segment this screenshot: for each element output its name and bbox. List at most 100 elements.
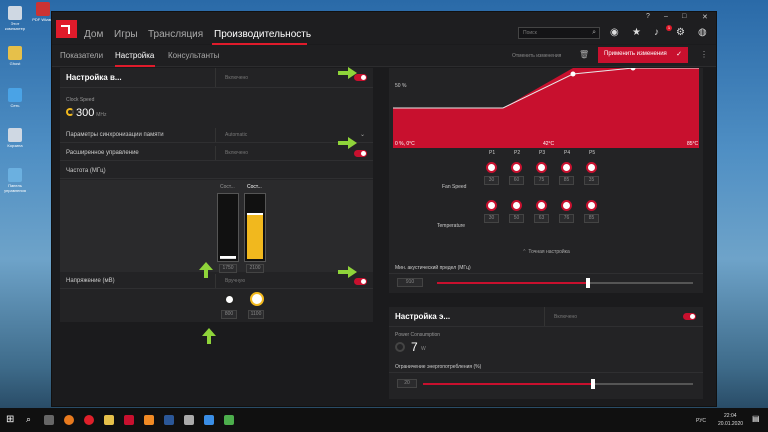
state-value-1[interactable]: 1750	[219, 264, 237, 273]
gauge-icon	[66, 108, 74, 116]
bell-icon[interactable]: ♪	[654, 27, 659, 38]
fan-speed-knob[interactable]	[536, 162, 547, 173]
tab-games[interactable]: Игры	[114, 29, 138, 40]
desktop-icon-ghost[interactable]: Ghost	[2, 46, 28, 66]
star-icon[interactable]: ★	[632, 27, 641, 38]
voltage-value-1[interactable]: 800	[221, 310, 237, 319]
state-slider-1[interactable]	[217, 193, 239, 262]
ghost-icon	[8, 46, 22, 60]
fan-curve-point[interactable]	[570, 71, 576, 77]
app-icon[interactable]	[144, 415, 154, 425]
state-label: Сост...	[220, 184, 235, 190]
word-icon[interactable]	[164, 415, 174, 425]
subtab-metrics[interactable]: Показатели	[60, 51, 103, 60]
voltage-toggle[interactable]	[354, 278, 367, 285]
temperature-knob[interactable]	[486, 200, 497, 211]
min-acoustic-slider[interactable]	[437, 278, 693, 288]
fan-speed-knob[interactable]	[486, 162, 497, 173]
clock-time[interactable]: 22:04	[724, 413, 737, 419]
fan-speed-label: Fan Speed	[442, 184, 467, 190]
power-consumption-unit: W	[421, 346, 426, 352]
desktop-icon-control-panel[interactable]: Панель управления	[2, 168, 28, 193]
notifications-icon[interactable]: ▤	[752, 414, 760, 423]
power-tuning-status: Включено	[554, 314, 578, 320]
temperature-value[interactable]: 85	[584, 214, 599, 223]
power-limit-value[interactable]: 20	[397, 379, 417, 388]
fan-speed-knob[interactable]	[511, 162, 522, 173]
power-tuning-header: Настройка э... Включено	[389, 307, 703, 327]
tab-home[interactable]: Дом	[84, 29, 103, 40]
explorer-icon[interactable]	[104, 415, 114, 425]
subtab-tuning[interactable]: Настройка	[115, 51, 154, 60]
temperature-value[interactable]: 30	[484, 214, 499, 223]
temperature-value[interactable]: 63	[534, 214, 549, 223]
state-value-2[interactable]: 2100	[246, 264, 264, 273]
firefox-icon[interactable]	[64, 415, 74, 425]
fan-speed-knob[interactable]	[561, 162, 572, 173]
temperature-value[interactable]: 76	[559, 214, 574, 223]
annotation-arrow	[338, 137, 357, 149]
fan-speed-value[interactable]: 30	[484, 176, 499, 185]
advanced-control-toggle[interactable]	[354, 150, 367, 157]
gear-icon[interactable]: ⚙	[676, 27, 685, 38]
maximize-icon[interactable]: □	[682, 13, 686, 20]
power-tuning-toggle[interactable]	[683, 313, 696, 320]
min-acoustic-value[interactable]: 910	[397, 278, 423, 287]
state-label: Сост...	[247, 184, 262, 190]
search-input[interactable]: Поиск ⌕	[518, 27, 600, 39]
voltage-knob-1[interactable]	[224, 294, 235, 305]
clock-speed-label: Clock Speed	[66, 97, 95, 103]
memory-timing-row[interactable]: Параметры синхронизации памяти Automatic…	[60, 128, 373, 143]
fan-speed-value[interactable]: 35	[584, 176, 599, 185]
discard-changes-button[interactable]: Отменить изменения	[512, 53, 561, 59]
app-icon[interactable]	[204, 415, 214, 425]
power-limit-slider[interactable]	[423, 379, 693, 389]
amd-taskbar-icon[interactable]	[124, 415, 134, 425]
tab-streaming[interactable]: Трансляция	[148, 29, 203, 40]
fan-speed-knob[interactable]	[586, 162, 597, 173]
voltage-value-2[interactable]: 1100	[248, 310, 264, 319]
fan-tuning-panel: 50 % 0 %, 0°C 42°C 85°C P1 30 30 P2 60 50 P3 75…	[389, 68, 703, 293]
fine-tune-row[interactable]: ⌃ Точная настройка	[389, 248, 703, 259]
globe-icon[interactable]: ◉	[610, 27, 619, 38]
minimize-icon[interactable]: –	[664, 13, 668, 20]
temperature-knob[interactable]	[561, 200, 572, 211]
windows-start-icon[interactable]: ⊞	[6, 414, 14, 425]
temperature-knob[interactable]	[536, 200, 547, 211]
clock-date[interactable]: 20.01.2020	[718, 421, 743, 427]
user-icon[interactable]: ◍	[698, 27, 707, 38]
subtab-advisors[interactable]: Консультанты	[168, 51, 219, 60]
state-slider-2[interactable]	[244, 193, 266, 262]
more-options-icon[interactable]: ⋮	[700, 50, 708, 59]
desktop-icon-network[interactable]: Сеть	[2, 88, 28, 108]
trash-icon[interactable]: 🗑	[579, 50, 589, 59]
temperature-value[interactable]: 50	[509, 214, 524, 223]
slider-thumb[interactable]	[591, 379, 596, 389]
fan-speed-value[interactable]: 85	[559, 176, 574, 185]
close-icon[interactable]: ✕	[702, 13, 708, 21]
gpu-tuning-header: Настройка в... Включено	[60, 68, 373, 88]
tab-performance[interactable]: Производительность	[214, 29, 311, 40]
min-acoustic-row: Мин. акустический предел (МГц)	[389, 262, 703, 274]
opera-icon[interactable]	[84, 415, 94, 425]
desktop-icon-recycle-bin[interactable]: Корзина	[2, 128, 28, 148]
temperature-knob[interactable]	[586, 200, 597, 211]
slider-thumb[interactable]	[586, 278, 591, 288]
fan-speed-value[interactable]: 60	[509, 176, 524, 185]
temperature-knob[interactable]	[511, 200, 522, 211]
apply-changes-button[interactable]: Применить изменения ✓	[598, 47, 688, 63]
app-icon[interactable]	[224, 415, 234, 425]
input-language[interactable]: РУС	[696, 418, 706, 424]
search-icon[interactable]: ⌕	[26, 414, 31, 425]
help-icon[interactable]: ?	[646, 13, 650, 20]
voltage-knob-2[interactable]	[250, 292, 264, 306]
app-icon[interactable]	[184, 415, 194, 425]
active-subtab-indicator	[115, 65, 155, 67]
check-icon: ✓	[676, 51, 682, 58]
fan-points-grid: P1 30 30 P2 60 50 P3 75 63 P4 85 76 P5 35 85	[389, 148, 703, 244]
advanced-control-row: Расширенное управление Включено	[60, 146, 373, 161]
fan-speed-value[interactable]: 75	[534, 176, 549, 185]
task-view-icon[interactable]	[44, 415, 54, 425]
desktop-icon-computer[interactable]: Этот компьютер	[2, 6, 28, 31]
fan-point-label: P4	[564, 150, 571, 156]
